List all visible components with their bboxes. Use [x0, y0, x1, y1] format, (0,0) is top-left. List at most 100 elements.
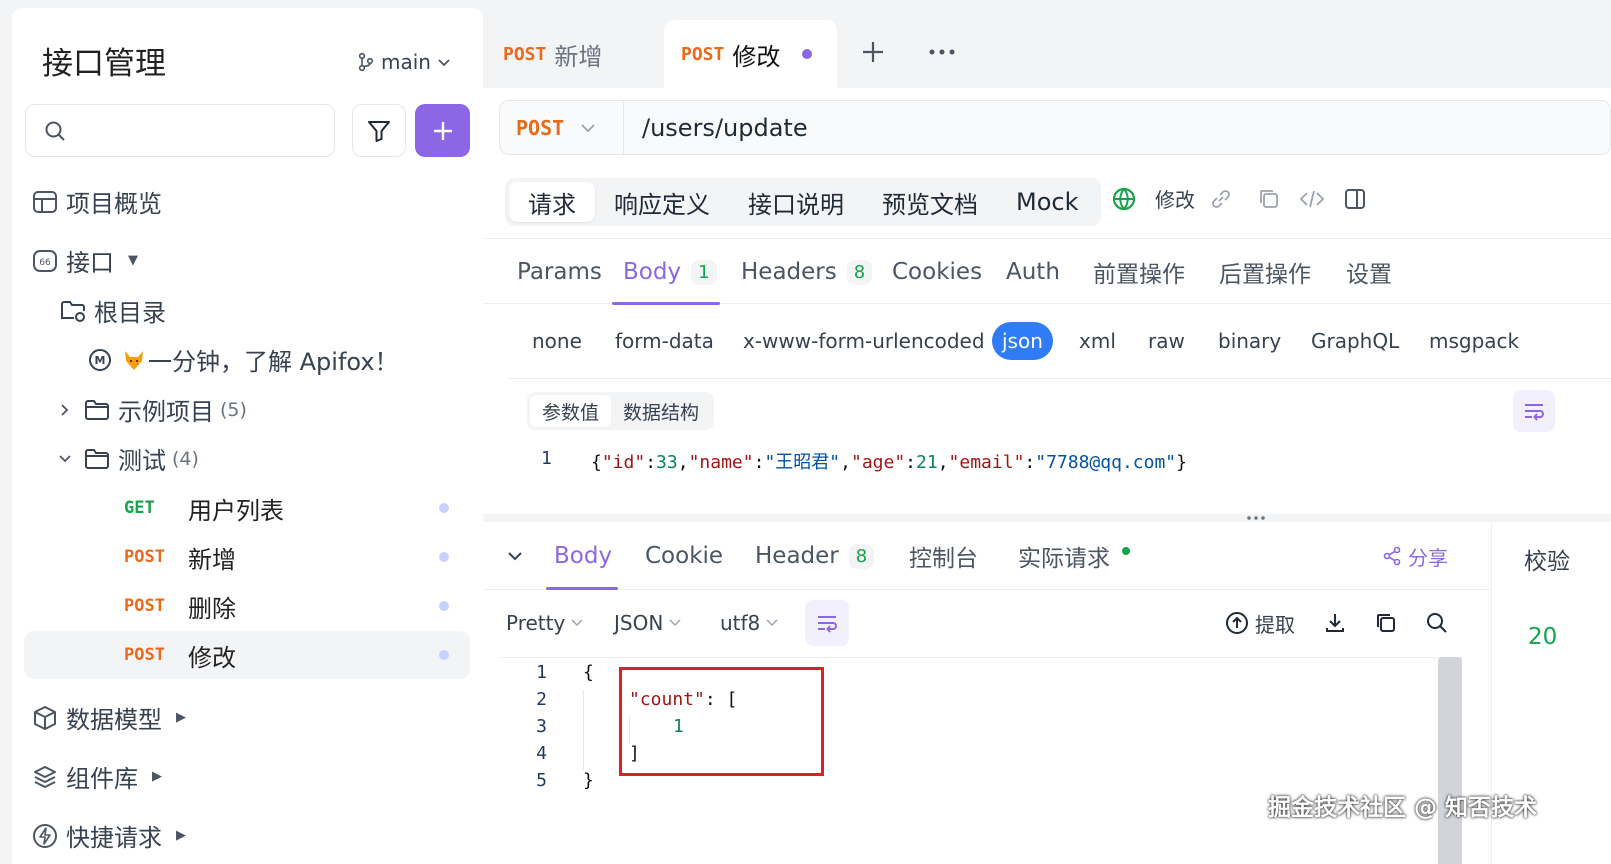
- branch-selector[interactable]: main: [357, 50, 451, 74]
- format-json-select[interactable]: JSON: [614, 600, 681, 646]
- body-type-none[interactable]: none: [532, 322, 582, 360]
- method-select[interactable]: POST: [500, 101, 624, 154]
- tree-folder-example[interactable]: 示例项目 (5): [58, 392, 247, 427]
- extract-button[interactable]: 提取: [1225, 600, 1295, 646]
- code-icon[interactable]: [1299, 187, 1325, 211]
- sidebar-toggle-icon[interactable]: [1343, 187, 1367, 211]
- line-number: 1: [541, 448, 552, 469]
- body-type-raw[interactable]: raw: [1148, 322, 1185, 360]
- add-button[interactable]: [415, 104, 470, 157]
- json-key: "age": [850, 452, 906, 473]
- chevron-down-icon: [438, 59, 450, 67]
- collapse-response-button[interactable]: [507, 522, 523, 590]
- api-item-user-list[interactable]: GET 用户列表: [24, 484, 470, 532]
- tab-response-definition[interactable]: 响应定义: [595, 182, 729, 222]
- search-input[interactable]: [76, 120, 334, 141]
- search-response-button[interactable]: [1425, 611, 1449, 635]
- method-badge: POST: [124, 547, 165, 567]
- more-tabs-button[interactable]: [929, 48, 955, 56]
- download-button[interactable]: [1323, 611, 1347, 635]
- download-icon: [1326, 614, 1344, 632]
- body-type-urlencoded[interactable]: x-www-form-urlencoded: [743, 322, 985, 360]
- status-dot: [439, 601, 449, 611]
- tree-intro-doc[interactable]: M 一分钟，了解 Apifox！: [88, 342, 399, 377]
- subtab-cookies[interactable]: Cookies: [892, 239, 982, 305]
- nav-label: 数据模型: [66, 706, 162, 734]
- layers-icon: [34, 765, 56, 788]
- encoding-select[interactable]: utf8: [720, 600, 778, 646]
- resp-tab-actual-label: 实际请求: [1018, 546, 1110, 572]
- subtab-pre-ops[interactable]: 前置操作: [1093, 239, 1185, 305]
- subtab-settings[interactable]: 设置: [1346, 239, 1392, 305]
- chevron-down-icon: [571, 619, 583, 627]
- body-type-form-data[interactable]: form-data: [615, 322, 714, 360]
- subtab-body[interactable]: Body 1: [612, 239, 720, 305]
- tab-mock[interactable]: Mock: [997, 182, 1097, 222]
- line-number: 3: [536, 716, 547, 737]
- body-type-json[interactable]: json: [992, 322, 1053, 360]
- cube-icon: [34, 705, 56, 730]
- chevron-right-icon: [61, 403, 69, 416]
- tree-root-label: 根目录: [94, 299, 166, 327]
- resp-tab-body[interactable]: Body: [546, 522, 618, 590]
- share-button[interactable]: 分享: [1382, 522, 1448, 590]
- view-values[interactable]: 参数值: [530, 395, 612, 427]
- request-sub-tabs: Params Body 1 Headers 8 Cookies Auth 前置操…: [483, 238, 1611, 305]
- link-icon[interactable]: [1209, 187, 1233, 211]
- subtab-params[interactable]: Params: [517, 239, 602, 305]
- body-type-binary[interactable]: binary: [1218, 322, 1281, 360]
- json-key: "email": [948, 452, 1025, 473]
- edit-label[interactable]: 修改: [1155, 184, 1195, 213]
- copy-response-button[interactable]: [1374, 611, 1398, 635]
- url-input[interactable]: /users/update: [624, 114, 808, 142]
- tree-folder-test[interactable]: 测试 (4): [58, 441, 199, 476]
- branch-name: main: [381, 50, 431, 74]
- json-value: "7788@qq.com": [1035, 452, 1177, 473]
- nav-interfaces[interactable]: 66 接口 ▼: [32, 243, 138, 278]
- folder-label: 测试: [118, 447, 166, 475]
- resize-divider[interactable]: [483, 514, 1611, 522]
- view-schema[interactable]: 数据结构: [611, 395, 711, 427]
- tree-root[interactable]: 根目录: [60, 293, 166, 328]
- tab-preview-docs[interactable]: 预览文档: [863, 182, 997, 222]
- format-pretty-select[interactable]: Pretty: [506, 600, 583, 646]
- nav-components[interactable]: 组件库 ▶: [32, 759, 162, 794]
- subtab-post-ops[interactable]: 后置操作: [1219, 239, 1311, 305]
- filter-button[interactable]: [352, 104, 406, 157]
- line-number: 1: [536, 662, 547, 683]
- globe-icon[interactable]: [1111, 186, 1137, 212]
- text-wrap-icon: [1525, 404, 1544, 421]
- svg-text:M: M: [95, 354, 106, 367]
- tab-api-description[interactable]: 接口说明: [729, 182, 863, 222]
- resp-tab-header[interactable]: Header 8: [755, 522, 875, 590]
- subtab-auth[interactable]: Auth: [1006, 239, 1060, 305]
- nav-quick-request[interactable]: 快捷请求 ▶: [32, 818, 186, 853]
- resp-wrap-toggle[interactable]: [805, 600, 849, 646]
- api-item-add[interactable]: POST 新增: [24, 533, 470, 581]
- watermark: 掘金技术社区 @ 知否技术: [1268, 795, 1538, 821]
- nav-data-models[interactable]: 数据模型 ▶: [32, 700, 186, 735]
- format-pretty: Pretty: [506, 611, 566, 635]
- body-type-msgpack[interactable]: msgpack: [1429, 322, 1519, 360]
- resp-tab-actual-request[interactable]: 实际请求: [1018, 522, 1130, 590]
- body-type-graphql[interactable]: GraphQL: [1311, 322, 1399, 360]
- api-item-delete[interactable]: POST 删除: [24, 582, 470, 630]
- api-item-update[interactable]: POST 修改: [24, 631, 470, 679]
- caret-right-icon: ▶: [176, 710, 186, 725]
- subtab-headers[interactable]: Headers 8: [741, 239, 873, 305]
- search-box[interactable]: [25, 104, 335, 157]
- nav-project-overview[interactable]: 项目概览: [32, 184, 162, 219]
- new-tab-button[interactable]: [861, 40, 885, 64]
- tab-post-update[interactable]: POST 修改: [664, 20, 837, 88]
- wrap-toggle-button[interactable]: [1513, 390, 1555, 432]
- scrollbar[interactable]: [1438, 657, 1462, 864]
- resp-tab-cookie[interactable]: Cookie: [645, 522, 723, 590]
- lightning-icon: [33, 823, 57, 848]
- body-json-line[interactable]: {"id":33,"name":"王昭君","age":21,"email":"…: [591, 448, 1187, 474]
- body-type-xml[interactable]: xml: [1079, 322, 1116, 360]
- tab-request[interactable]: 请求: [509, 182, 595, 222]
- tab-post-add[interactable]: POST 新增: [503, 20, 663, 88]
- resp-tab-console[interactable]: 控制台: [909, 522, 978, 590]
- copy-icon[interactable]: [1257, 187, 1281, 211]
- caret-right-icon: ▶: [152, 769, 162, 784]
